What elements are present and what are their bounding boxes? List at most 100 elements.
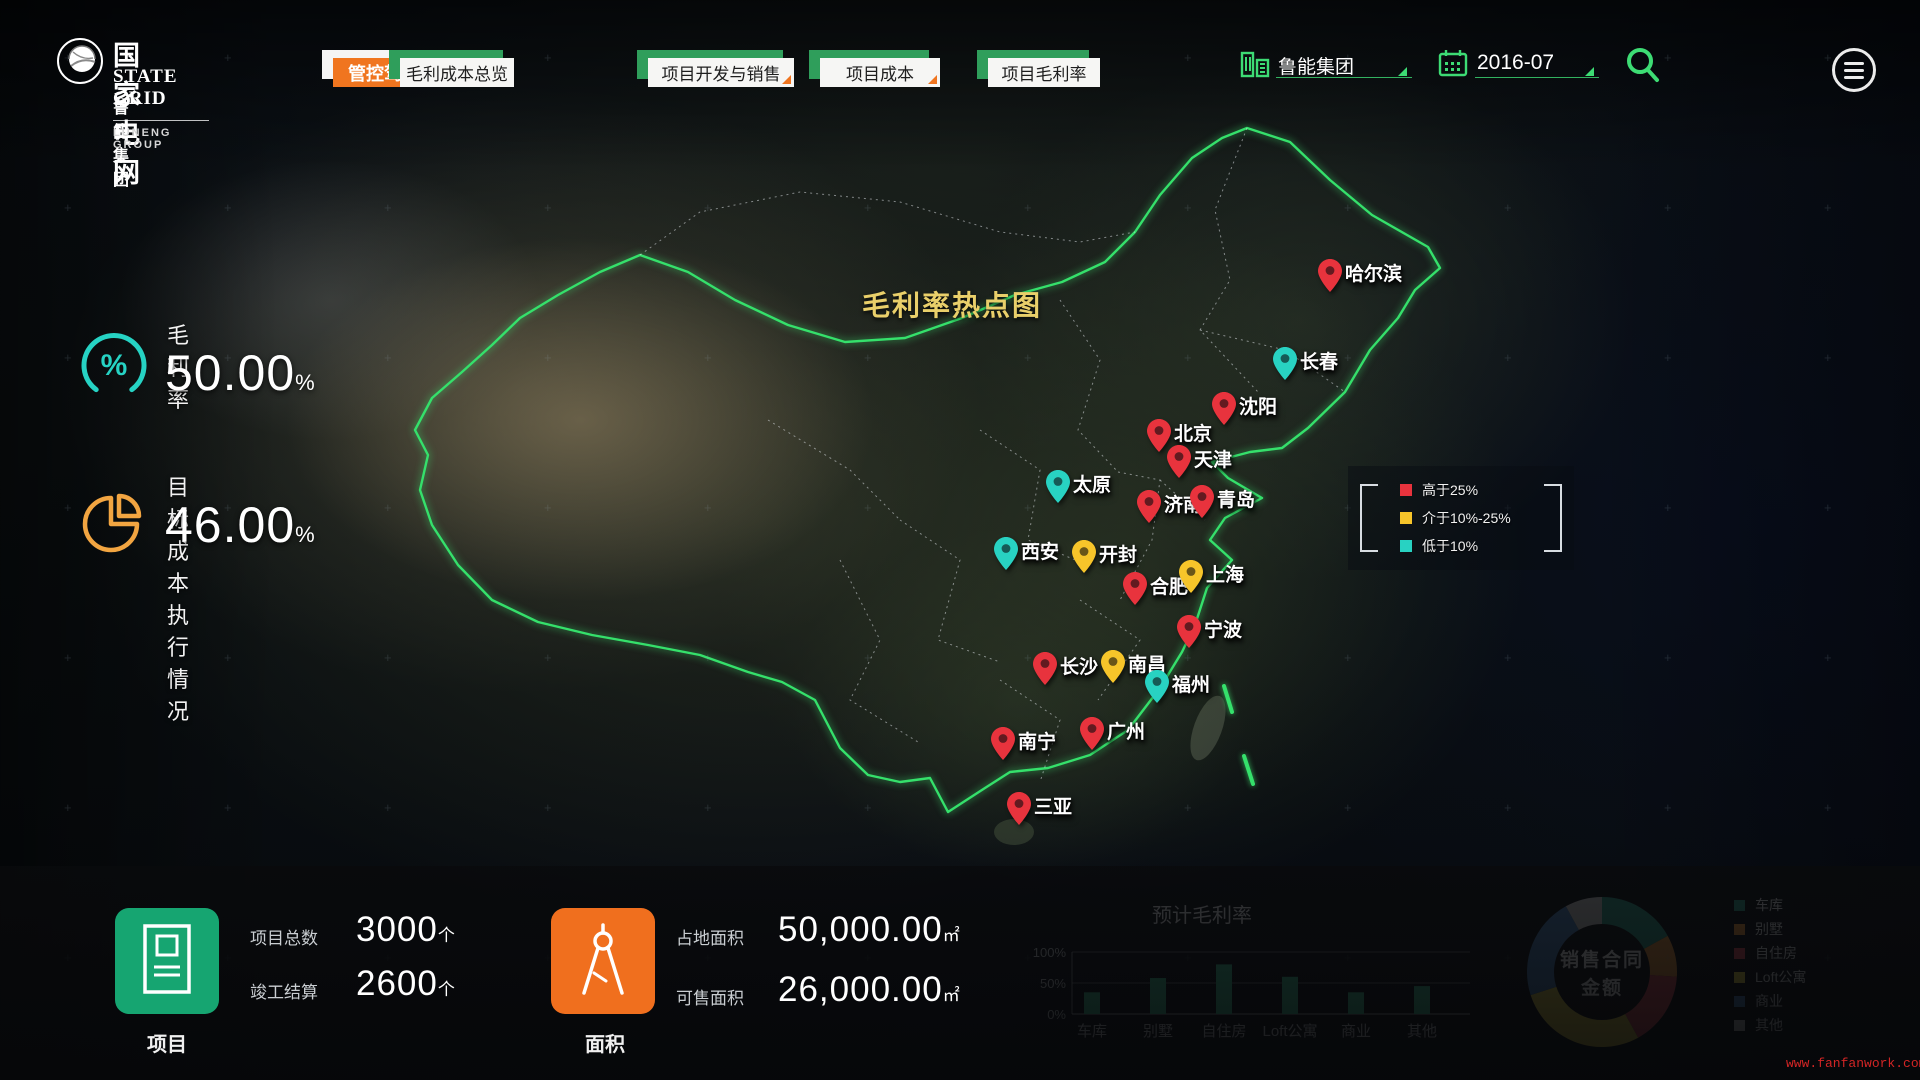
pin-marker-icon (1273, 347, 1297, 380)
pin-marker-icon (1212, 392, 1236, 425)
map-pin[interactable]: 开封 (1072, 540, 1096, 574)
stat-unit: % (295, 522, 316, 547)
map-pin[interactable]: 济南 (1137, 490, 1161, 524)
kv-value: 26,000.00㎡ (778, 970, 961, 1010)
pin-city-label: 天津 (1194, 445, 1232, 472)
legend-color-swatch (1400, 512, 1412, 524)
kv-label: 可售面积 (676, 984, 744, 1009)
map-legend-item: 高于25% (1400, 482, 1478, 498)
stat-value: 46.00 (165, 497, 295, 553)
nav-tab-2[interactable]: 毛利成本总览 (400, 58, 514, 87)
pin-city-label: 西安 (1021, 537, 1059, 564)
pin-city-label: 上海 (1206, 560, 1244, 587)
search-icon[interactable] (1624, 46, 1662, 84)
map-pin[interactable]: 长春 (1273, 347, 1297, 381)
map-pin[interactable]: 天津 (1167, 445, 1191, 479)
tab-corner-triangle-icon (928, 75, 937, 84)
map-pin[interactable]: 宁波 (1177, 615, 1201, 649)
project-card-label: 项目 (147, 1028, 187, 1057)
map-pin[interactable]: 哈尔滨 (1318, 259, 1342, 293)
map-pin[interactable]: 西安 (994, 537, 1018, 571)
pin-marker-icon (1007, 792, 1031, 825)
map-pin[interactable]: 三亚 (1007, 792, 1031, 826)
pin-city-label: 青岛 (1217, 485, 1255, 512)
company-underline (1276, 77, 1412, 78)
stat-value: 50.00 (165, 345, 295, 401)
brand-divider (113, 120, 209, 121)
date-dropdown-icon[interactable] (1585, 67, 1594, 76)
bottom-summary-panel: 项目 项目总数 3000个 竣工结算 2600个 面积 占地面积 50,000.… (0, 866, 1920, 1080)
pin-city-label: 太原 (1073, 470, 1111, 497)
tab-label: 项目开发与销售 (648, 58, 794, 87)
svg-text:%: % (101, 349, 128, 382)
map-pin[interactable]: 合肥 (1123, 572, 1147, 606)
pin-city-label: 哈尔滨 (1345, 259, 1402, 286)
state-grid-logo-icon (55, 36, 105, 86)
pin-marker-icon (1179, 560, 1203, 593)
tab-label: 项目成本 (820, 58, 940, 87)
pin-city-label: 福州 (1172, 670, 1210, 697)
pin-city-label: 长沙 (1060, 652, 1098, 679)
pin-marker-icon (1167, 445, 1191, 478)
pin-marker-icon (1123, 572, 1147, 605)
project-card-icon-tile (115, 908, 219, 1014)
map-pin[interactable]: 沈阳 (1212, 392, 1236, 426)
drafting-compass-icon (570, 921, 636, 1001)
kv-value: 2600个 (356, 964, 456, 1004)
map-legend-item: 介于10%-25% (1400, 510, 1511, 526)
pin-city-label: 南宁 (1018, 727, 1056, 754)
legend-label: 介于10%-25% (1422, 508, 1511, 528)
calendar-icon (1438, 49, 1468, 77)
map-pin[interactable]: 上海 (1179, 560, 1203, 594)
pin-marker-icon (991, 727, 1015, 760)
map-pin[interactable]: 福州 (1145, 670, 1169, 704)
map-legend-item: 低于10% (1400, 538, 1478, 554)
stat-unit: % (295, 370, 316, 395)
legend-color-swatch (1400, 540, 1412, 552)
kv-label: 项目总数 (250, 924, 318, 949)
pie-chart-icon (75, 484, 155, 564)
pin-city-label: 北京 (1174, 419, 1212, 446)
company-selector[interactable]: 鲁能集团 (1278, 52, 1354, 79)
area-card-icon-tile (551, 908, 655, 1014)
map-pin[interactable]: 青岛 (1190, 485, 1214, 519)
pin-marker-icon (1318, 259, 1342, 292)
pin-city-label: 三亚 (1034, 792, 1072, 819)
tab-corner-triangle-icon (782, 75, 791, 84)
pin-marker-icon (1072, 540, 1096, 573)
nav-tab-5[interactable]: 项目毛利率 (988, 58, 1100, 87)
pin-marker-icon (1190, 485, 1214, 518)
date-underline (1475, 77, 1599, 78)
nav-tab-3[interactable]: 项目开发与销售 (648, 58, 794, 87)
pin-marker-icon (1177, 615, 1201, 648)
legend-label: 高于25% (1422, 480, 1478, 500)
pin-marker-icon (1046, 470, 1070, 503)
pin-marker-icon (1145, 670, 1169, 703)
document-icon (137, 922, 197, 1000)
dashboard-root: ++++++++++++++++++++++++++++++++++++++++… (0, 0, 1920, 1080)
map-title: 毛利率热点图 (862, 284, 1042, 324)
map-pin[interactable]: 广州 (1080, 717, 1104, 751)
pin-marker-icon (994, 537, 1018, 570)
map-pin[interactable]: 南昌 (1101, 650, 1125, 684)
kv-value: 3000个 (356, 910, 456, 950)
pin-city-label: 开封 (1099, 540, 1137, 567)
kv-label: 竣工结算 (250, 978, 318, 1003)
legend-label: 低于10% (1422, 536, 1478, 556)
pin-marker-icon (1101, 650, 1125, 683)
tab-label: 毛利成本总览 (400, 58, 514, 87)
map-pin[interactable]: 太原 (1046, 470, 1070, 504)
area-card-label: 面积 (585, 1028, 625, 1057)
pin-marker-icon (1080, 717, 1104, 750)
date-selector[interactable]: 2016-07 (1477, 51, 1554, 75)
map-pin[interactable]: 南宁 (991, 727, 1015, 761)
pin-city-label: 沈阳 (1239, 392, 1277, 419)
kv-label: 占地面积 (676, 924, 744, 949)
company-dropdown-icon[interactable] (1398, 67, 1407, 76)
hamburger-menu-icon[interactable] (1832, 48, 1876, 92)
nav-tab-4[interactable]: 项目成本 (820, 58, 940, 87)
tab-label: 项目毛利率 (988, 58, 1100, 87)
pin-city-label: 广州 (1107, 717, 1145, 744)
map-pin[interactable]: 长沙 (1033, 652, 1057, 686)
map-legend: 高于25% 介于10%-25% 低于10% (1348, 466, 1574, 570)
